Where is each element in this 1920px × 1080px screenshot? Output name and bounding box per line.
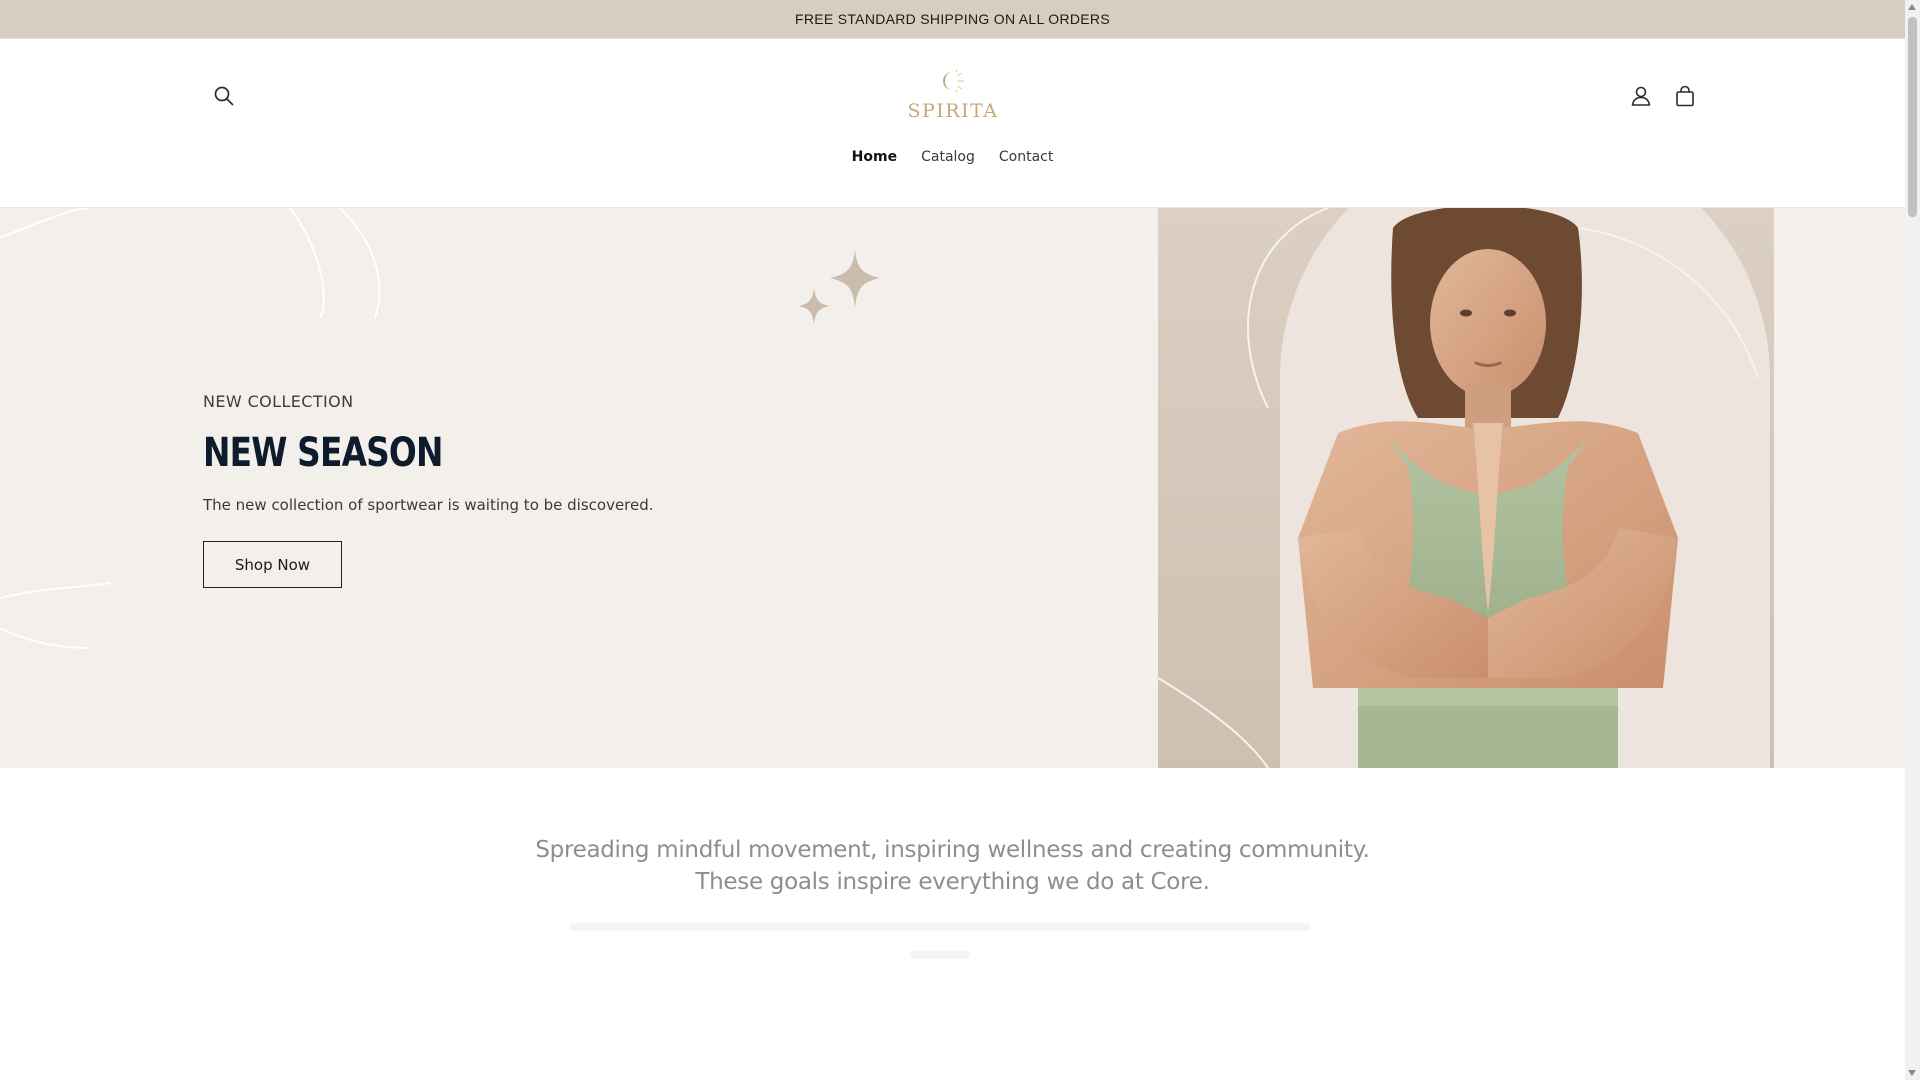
yoga-model-illustration	[1158, 208, 1774, 768]
logo-text: SPIRITA	[907, 100, 999, 122]
main-nav: Home Catalog Contact	[0, 145, 1905, 169]
mission-heading: Spreading mindful movement, inspiring we…	[0, 834, 1905, 898]
mission-line-2: These goals inspire everything we do at …	[695, 869, 1210, 895]
search-icon	[214, 86, 234, 106]
cart-icon	[1676, 85, 1694, 107]
sparkle-icon	[798, 250, 880, 324]
announcement-text: FREE STANDARD SHIPPING ON ALL ORDERS	[795, 11, 1110, 27]
search-button[interactable]	[206, 78, 242, 114]
mission-faded-text	[560, 923, 1320, 963]
cart-button[interactable]	[1667, 78, 1703, 114]
faded-text-line	[910, 951, 970, 959]
hero-title: NEW SEASON	[203, 430, 443, 476]
scroll-down-arrow-icon[interactable]	[1908, 1070, 1916, 1076]
hero-description: The new collection of sportwear is waiti…	[203, 496, 654, 514]
announcement-bar: FREE STANDARD SHIPPING ON ALL ORDERS	[0, 0, 1905, 38]
scrollbar-thumb[interactable]	[1908, 17, 1917, 217]
nav-item-home[interactable]: Home	[840, 145, 909, 169]
nav-item-catalog[interactable]: Catalog	[909, 145, 987, 169]
user-icon	[1631, 86, 1651, 106]
hero-eyebrow: NEW COLLECTION	[203, 392, 354, 411]
site-logo[interactable]: SPIRITA	[905, 69, 1001, 129]
hero-image	[1158, 208, 1774, 768]
shop-now-button[interactable]: Shop Now	[203, 541, 342, 588]
page: FREE STANDARD SHIPPING ON ALL ORDERS SPI…	[0, 0, 1905, 1080]
mission-line-1: Spreading mindful movement, inspiring we…	[535, 837, 1370, 863]
hero-banner: NEW COLLECTION NEW SEASON The new collec…	[0, 208, 1905, 768]
scroll-up-arrow-icon[interactable]	[1908, 4, 1916, 10]
mission-section: Spreading mindful movement, inspiring we…	[0, 768, 1905, 1080]
site-header: SPIRITA Home Catalog Contact	[0, 39, 1905, 208]
nav-item-contact[interactable]: Contact	[987, 145, 1065, 169]
crescent-moon-icon	[942, 69, 964, 93]
page-scrollbar[interactable]	[1905, 0, 1920, 1080]
faded-text-line	[570, 923, 1310, 931]
account-button[interactable]	[1623, 78, 1659, 114]
